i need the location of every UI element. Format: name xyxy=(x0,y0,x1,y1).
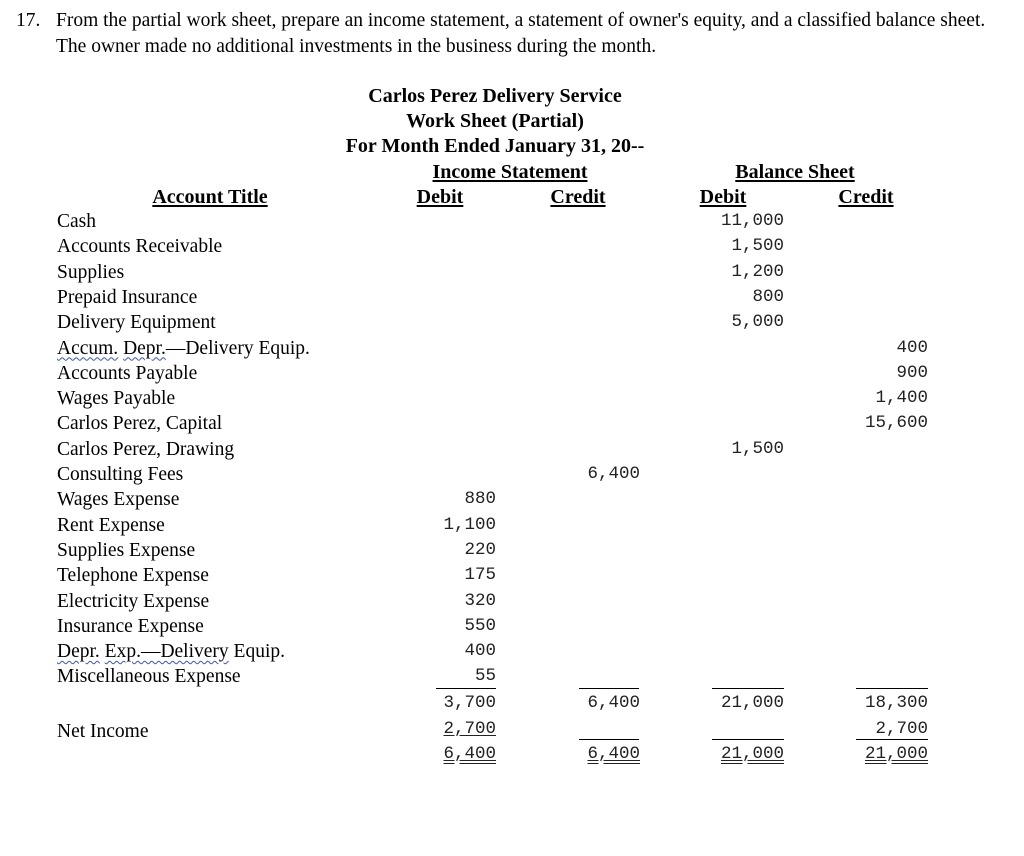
bs-debit-total-rule xyxy=(712,739,784,740)
worksheet-title: Work Sheet (Partial) xyxy=(406,110,584,132)
account-title-part: Accum. xyxy=(57,337,119,359)
account-title: Cash xyxy=(57,211,96,232)
account-title: Supplies xyxy=(57,261,125,283)
bs-credit-total: 21,000 xyxy=(864,744,928,764)
account-title: Delivery Equipment xyxy=(57,312,216,334)
account-title: Telephone Expense xyxy=(57,565,209,587)
is-debit-header: Debit xyxy=(416,186,464,208)
amount-bs-debit: 800 xyxy=(752,286,784,307)
is-credit-header: Credit xyxy=(550,186,606,208)
is-credit-subtotal: 6,400 xyxy=(587,693,640,713)
is-credit-subtotal-rule xyxy=(579,688,639,689)
amount-is-debit: 320 xyxy=(464,590,496,611)
income-statement-header: Income Statement xyxy=(432,161,588,183)
account-title-part: Exp.—Delivery xyxy=(104,641,229,663)
account-title: Rent Expense xyxy=(57,514,165,536)
account-title-part: Equip. xyxy=(228,641,286,663)
amount-bs-debit: 1,500 xyxy=(731,236,784,257)
worksheet-period: For Month Ended January 31, 20-- xyxy=(345,135,645,157)
amount-bs-debit: 11,000 xyxy=(720,211,784,231)
account-title: Consulting Fees xyxy=(57,464,184,485)
account-title: Wages Payable xyxy=(57,388,176,410)
bs-credit-total-rule xyxy=(856,739,928,740)
account-title: Electricity Expense xyxy=(57,590,210,612)
amount-bs-debit: 1,500 xyxy=(731,438,784,459)
account-title: Wages Expense xyxy=(57,489,180,511)
account-title: Supplies Expense xyxy=(57,539,196,561)
amount-is-debit: 1,100 xyxy=(443,514,496,535)
amount-bs-credit: 900 xyxy=(896,362,928,383)
is-credit-total: 6,400 xyxy=(587,744,640,764)
is-debit-subtotal-rule xyxy=(436,688,496,689)
net-income-bs-credit: 2,700 xyxy=(875,719,928,739)
bs-credit-header: Credit xyxy=(838,186,894,208)
amount-bs-credit: 15,600 xyxy=(864,413,928,434)
net-income-is-debit: 2,700 xyxy=(443,719,496,739)
bs-credit-subtotal: 18,300 xyxy=(864,693,928,713)
amount-is-credit: 6,400 xyxy=(587,464,640,484)
amount-bs-debit: 5,000 xyxy=(731,312,784,333)
amount-bs-credit: 400 xyxy=(896,337,928,358)
account-title: Accum. Depr.—Delivery Equip. xyxy=(57,336,310,361)
bs-debit-total: 21,000 xyxy=(720,744,784,764)
amount-bs-debit: 1,200 xyxy=(731,261,784,282)
amount-is-debit: 880 xyxy=(464,489,496,510)
account-title-part: Depr. xyxy=(57,641,100,663)
problem-number: 17. xyxy=(16,10,41,31)
is-debit-subtotal: 3,700 xyxy=(443,693,496,713)
amount-is-debit: 55 xyxy=(474,666,496,687)
net-income-label: Net Income xyxy=(57,721,149,742)
is-credit-total-rule xyxy=(579,739,639,740)
company-name: Carlos Perez Delivery Service xyxy=(368,85,622,107)
account-title: Accounts Payable xyxy=(57,362,198,384)
account-title: Prepaid Insurance xyxy=(57,286,198,308)
amount-is-debit: 175 xyxy=(464,565,496,586)
amount-bs-credit: 1,400 xyxy=(875,388,928,409)
account-title-part: —Delivery Equip. xyxy=(165,337,310,359)
account-title-part: Depr. xyxy=(123,337,166,359)
bs-credit-subtotal-rule xyxy=(856,688,928,689)
bs-debit-subtotal-rule xyxy=(712,688,784,689)
bs-debit-subtotal: 21,000 xyxy=(720,693,784,713)
amount-is-debit: 400 xyxy=(464,641,496,662)
bs-debit-header: Debit xyxy=(699,186,747,208)
is-debit-total: 6,400 xyxy=(443,744,496,764)
account-title: Miscellaneous Expense xyxy=(57,666,241,688)
account-title: Depr. Exp.—Delivery Equip. xyxy=(57,639,285,664)
amount-is-debit: 220 xyxy=(464,539,496,560)
account-title: Carlos Perez, Drawing xyxy=(57,438,235,460)
account-title: Insurance Expense xyxy=(57,615,204,637)
account-title: Carlos Perez, Capital xyxy=(57,413,223,435)
account-title-header: Account Title xyxy=(152,186,268,208)
amount-is-debit: 550 xyxy=(464,615,496,636)
problem-text: From the partial work sheet, prepare an … xyxy=(56,10,986,57)
account-title: Accounts Receivable xyxy=(57,236,223,258)
balance-sheet-header: Balance Sheet xyxy=(735,161,855,183)
